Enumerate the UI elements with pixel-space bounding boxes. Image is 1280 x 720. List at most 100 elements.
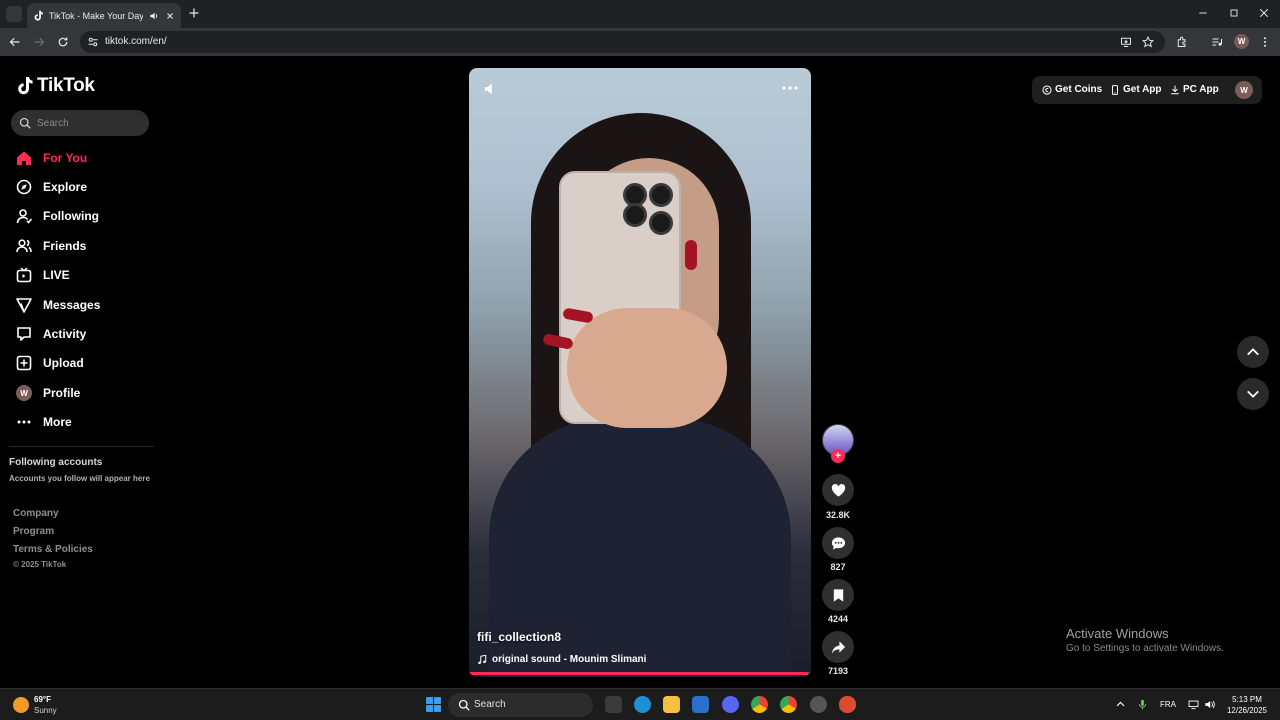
- video-sound[interactable]: original sound - Mounim Slimani: [477, 654, 646, 665]
- like-button[interactable]: [822, 474, 854, 506]
- download-icon: [1171, 85, 1179, 94]
- edge-icon[interactable]: [634, 696, 651, 713]
- footer-link-program[interactable]: Program: [13, 526, 54, 537]
- sidebar-item-profile[interactable]: W Profile: [16, 382, 80, 404]
- footer-link-terms[interactable]: Terms & Policies: [13, 544, 93, 555]
- sidebar-item-label: More: [43, 415, 72, 429]
- video-progress-bar[interactable]: [469, 672, 811, 675]
- sound-title: original sound - Mounim Slimani: [492, 654, 647, 665]
- follow-button[interactable]: +: [831, 449, 845, 463]
- file-explorer-icon[interactable]: [663, 696, 680, 713]
- chrome-icon[interactable]: [751, 696, 768, 713]
- tab-search-button[interactable]: [6, 6, 22, 22]
- system-clock[interactable]: 5:13 PM 12/26/2025: [1222, 694, 1272, 716]
- pc-app-label: PC App: [1183, 84, 1219, 95]
- taskbar-search[interactable]: Search: [448, 693, 593, 717]
- back-icon[interactable]: [9, 36, 21, 48]
- tray-chevron-icon[interactable]: [1115, 699, 1126, 710]
- discord-icon[interactable]: [722, 696, 739, 713]
- minimize-icon[interactable]: [1197, 7, 1209, 19]
- get-coins-button[interactable]: Get Coins: [1042, 84, 1102, 95]
- network-icon[interactable]: [1188, 699, 1199, 710]
- avatar[interactable]: W: [1235, 81, 1253, 99]
- get-app-button[interactable]: Get App: [1110, 84, 1162, 95]
- search-icon: [19, 117, 31, 129]
- bookmark-star-icon[interactable]: [1142, 36, 1154, 48]
- comment-button[interactable]: [822, 527, 854, 559]
- site-info-icon[interactable]: [87, 36, 99, 48]
- url-field[interactable]: tiktok.com/en/: [80, 31, 1165, 53]
- language-indicator[interactable]: FRA: [1160, 700, 1176, 709]
- activate-windows-title: Activate Windows: [1066, 626, 1169, 641]
- activate-windows-subtitle: Go to Settings to activate Windows.: [1066, 643, 1224, 654]
- new-tab-icon[interactable]: [188, 7, 200, 19]
- sidebar-item-explore[interactable]: Explore: [16, 176, 87, 198]
- search-box[interactable]: [11, 110, 149, 136]
- forward-icon[interactable]: [33, 36, 45, 48]
- settings-app-icon[interactable]: [810, 696, 827, 713]
- share-count: 7193: [827, 666, 849, 676]
- mute-volume-icon[interactable]: [483, 82, 497, 96]
- sidebar-item-upload[interactable]: Upload: [16, 352, 84, 374]
- audio-playing-icon[interactable]: [149, 11, 159, 21]
- reload-icon[interactable]: [57, 36, 69, 48]
- pc-app-button[interactable]: PC App: [1170, 84, 1219, 95]
- video-player[interactable]: fifi_collection8 original sound - Mounim…: [469, 68, 811, 677]
- more-icon: [17, 420, 31, 424]
- sidebar-item-friends[interactable]: Friends: [16, 235, 86, 257]
- search-input[interactable]: [37, 113, 142, 133]
- sidebar-item-label: Upload: [43, 356, 84, 370]
- install-app-icon[interactable]: [1120, 36, 1132, 48]
- sidebar-item-label: Activity: [43, 327, 87, 341]
- windows-taskbar: 69°F Sunny Search FRA 5:13 PM 12/26/2025: [0, 688, 1280, 720]
- windows-start-icon[interactable]: [425, 696, 442, 713]
- weather-sun-icon[interactable]: [13, 697, 29, 713]
- browser-tab-bar: TikTok - Make Your Day: [0, 0, 1280, 28]
- close-window-icon[interactable]: [1258, 7, 1270, 19]
- copyright-text: © 2025 TikTok: [13, 560, 67, 569]
- volume-icon[interactable]: [1204, 699, 1215, 710]
- address-bar-row: tiktok.com/en/: [0, 28, 1280, 56]
- browser-tab[interactable]: TikTok - Make Your Day: [27, 3, 181, 28]
- sidebar-item-label: Explore: [43, 180, 88, 194]
- sidebar-item-following[interactable]: Following: [16, 205, 99, 227]
- chevron-up-icon: [1247, 348, 1259, 356]
- video-frame-hand: [567, 308, 727, 428]
- heart-icon: [831, 483, 845, 497]
- sidebar-item-more[interactable]: More: [16, 411, 72, 433]
- share-button[interactable]: [822, 631, 854, 663]
- sidebar-item-live[interactable]: LIVE: [16, 264, 70, 286]
- microphone-icon[interactable]: [1137, 699, 1148, 710]
- video-more-icon[interactable]: [782, 83, 798, 93]
- clock-date: 12/26/2025: [1226, 706, 1268, 715]
- weather-condition: Sunny: [34, 706, 57, 715]
- footer-link-company[interactable]: Company: [13, 508, 59, 519]
- previous-video-button[interactable]: [1237, 336, 1269, 368]
- messages-icon: [16, 298, 32, 313]
- tiktok-logo[interactable]: TikTok: [16, 75, 95, 97]
- camera-lens: [649, 211, 673, 235]
- weather-temp: 69°F: [34, 695, 51, 704]
- close-tab-icon[interactable]: [165, 11, 175, 21]
- video-username[interactable]: fifi_collection8: [477, 630, 561, 644]
- store-icon[interactable]: [692, 696, 709, 713]
- restore-icon[interactable]: [1228, 7, 1240, 19]
- next-video-button[interactable]: [1237, 378, 1269, 410]
- sidebar-item-for-you[interactable]: For You: [16, 147, 87, 169]
- task-view-icon[interactable]: [605, 696, 622, 713]
- extensions-icon[interactable]: [1176, 36, 1188, 48]
- sidebar-item-activity[interactable]: Activity: [16, 323, 86, 345]
- microphone-app-icon[interactable]: [839, 696, 856, 713]
- home-icon: [17, 151, 31, 165]
- share-icon: [831, 640, 845, 654]
- tiktok-favicon-icon: [34, 10, 43, 21]
- save-button[interactable]: [822, 579, 854, 611]
- browser-menu-icon[interactable]: [1259, 36, 1271, 48]
- sidebar-item-messages[interactable]: Messages: [16, 294, 100, 316]
- video-progress-fill: [469, 672, 808, 675]
- chrome-profile-icon[interactable]: [780, 696, 797, 713]
- browser-profile-avatar[interactable]: W: [1234, 34, 1249, 49]
- tiktok-note-icon: [18, 77, 33, 95]
- media-controls-icon[interactable]: [1211, 36, 1223, 48]
- avatar: W: [16, 385, 32, 401]
